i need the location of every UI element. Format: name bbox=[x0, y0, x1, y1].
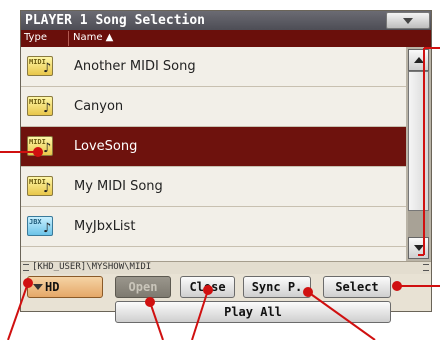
callout-dot bbox=[203, 285, 213, 295]
callout-dot bbox=[303, 287, 313, 297]
callout-line-open bbox=[149, 301, 164, 340]
callout-line-close bbox=[191, 289, 209, 340]
callout-dot bbox=[392, 281, 402, 291]
callout-line-sync bbox=[307, 291, 376, 340]
callout-lines bbox=[0, 47, 440, 340]
callout-dot bbox=[23, 278, 33, 288]
callout-line-device bbox=[7, 282, 29, 340]
callout-dot bbox=[33, 147, 43, 157]
callout-dot bbox=[145, 297, 155, 307]
